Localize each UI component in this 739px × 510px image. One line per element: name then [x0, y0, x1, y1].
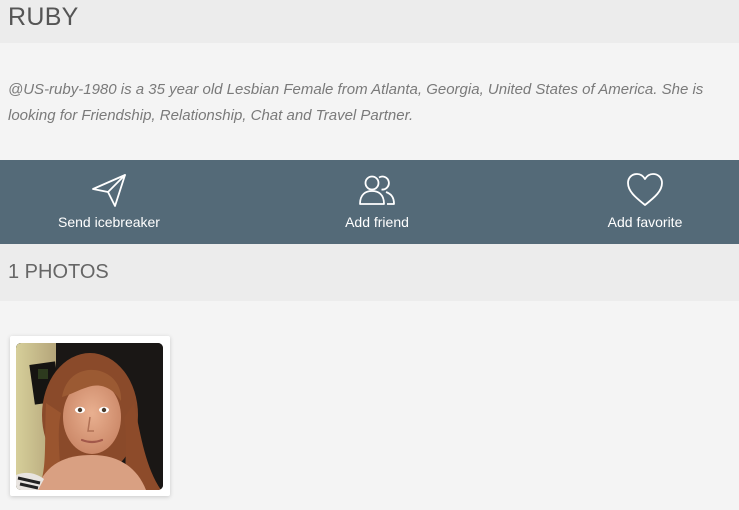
heart-icon — [625, 170, 665, 210]
add-friend-button[interactable]: Add friend — [298, 160, 456, 244]
profile-photo — [16, 343, 163, 490]
add-friend-label: Add friend — [345, 214, 409, 230]
add-favorite-label: Add favorite — [607, 214, 683, 230]
send-icebreaker-button[interactable]: Send icebreaker — [30, 160, 188, 244]
add-favorite-button[interactable]: Add favorite — [566, 160, 724, 244]
paper-plane-icon — [89, 170, 129, 210]
photo-thumbnail[interactable] — [10, 336, 170, 496]
photos-section-header — [0, 244, 739, 301]
profile-name: RUBY — [8, 3, 79, 31]
profile-header — [0, 0, 739, 43]
users-icon — [357, 170, 397, 210]
action-bar: Send icebreaker Add friend Add favorite — [0, 160, 739, 244]
send-icebreaker-label: Send icebreaker — [58, 214, 160, 230]
profile-bio: @US-ruby-1980 is a 35 year old Lesbian F… — [8, 81, 704, 124]
photos-title: 1 PHOTOS — [8, 261, 109, 283]
